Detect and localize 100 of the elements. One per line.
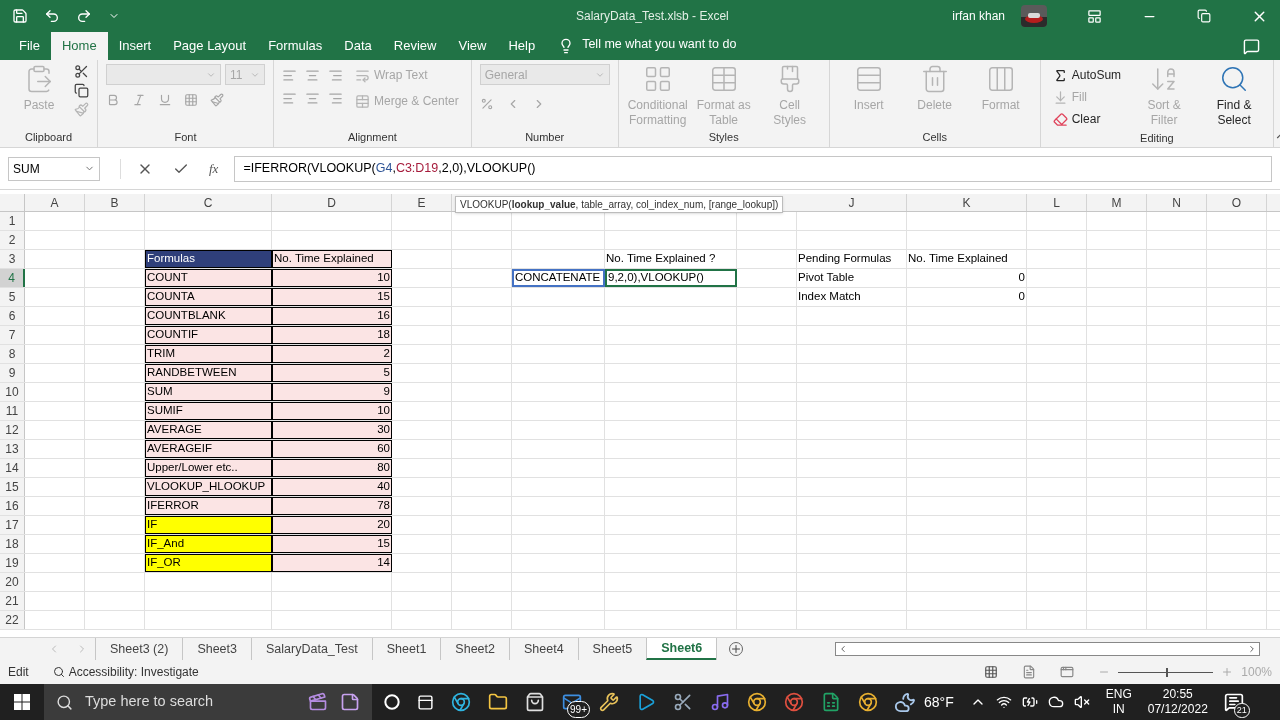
row-header[interactable]: 8 xyxy=(0,345,25,363)
row-header[interactable]: 2 xyxy=(0,231,25,249)
row-header[interactable]: 21 xyxy=(0,592,25,610)
undo-icon[interactable] xyxy=(44,8,60,24)
row-header[interactable]: 18 xyxy=(0,535,25,553)
column-header[interactable]: B xyxy=(85,194,145,211)
ribbon-button[interactable]: Clear xyxy=(1048,108,1126,130)
ribbon-tab[interactable]: View xyxy=(447,32,498,60)
row-header[interactable]: 14 xyxy=(0,459,25,477)
note-icon[interactable] xyxy=(340,692,360,712)
row-header[interactable]: 6 xyxy=(0,307,25,325)
column-header[interactable]: K xyxy=(907,194,1027,211)
notification-count: 21 xyxy=(1233,702,1250,718)
table-cell: 14 xyxy=(272,554,392,572)
chrome-icon[interactable] xyxy=(747,692,767,712)
region[interactable]: IN xyxy=(1112,702,1125,717)
column-header[interactable]: M xyxy=(1087,194,1147,211)
ribbon-tab[interactable]: Home xyxy=(50,32,108,60)
row-header[interactable]: 1 xyxy=(0,212,25,230)
row-header[interactable]: 17 xyxy=(0,516,25,534)
ribbon-button[interactable]: Find & Select xyxy=(1203,64,1266,130)
store-icon[interactable] xyxy=(525,692,545,712)
row-header[interactable]: 19 xyxy=(0,554,25,572)
row-header[interactable]: 22 xyxy=(0,611,25,629)
scissors-icon[interactable] xyxy=(673,692,693,712)
column-header[interactable]: N xyxy=(1147,194,1207,211)
column-header[interactable]: L xyxy=(1027,194,1087,211)
column-header[interactable]: O xyxy=(1207,194,1267,211)
row-header[interactable]: 13 xyxy=(0,440,25,458)
page-layout-icon[interactable] xyxy=(1022,665,1037,679)
restore-icon[interactable] xyxy=(1197,9,1211,23)
scroll-right-icon[interactable] xyxy=(1247,644,1257,654)
name-box[interactable]: SUM xyxy=(8,156,100,181)
table-cell: COUNTBLANK xyxy=(145,307,272,325)
ribbon-icon xyxy=(355,67,370,83)
column-header[interactable]: E xyxy=(392,194,452,211)
video-icon[interactable] xyxy=(636,692,656,712)
page-break-icon[interactable] xyxy=(1060,665,1075,679)
ribbon-tab[interactable]: Insert xyxy=(107,32,163,60)
battery-icon[interactable] xyxy=(1021,694,1038,710)
ribbon-tab[interactable]: Formulas xyxy=(257,32,334,60)
cut-icon[interactable] xyxy=(74,64,89,79)
normal-view-icon[interactable] xyxy=(984,665,999,679)
music-icon[interactable] xyxy=(710,692,730,712)
fill-color-icon[interactable] xyxy=(210,93,224,107)
ribbon-tab[interactable]: Data xyxy=(333,32,383,60)
excel-icon[interactable] xyxy=(821,692,841,712)
cell-editor[interactable]: 9,2,0),VLOOKUP() xyxy=(605,269,737,287)
tools-icon[interactable] xyxy=(599,692,619,712)
clock-time[interactable]: 20:55 xyxy=(1162,687,1193,702)
table-cell: COUNT xyxy=(145,269,272,287)
volume-muted-icon[interactable] xyxy=(1073,694,1090,710)
comments-icon[interactable] xyxy=(1243,38,1260,55)
column-header[interactable]: A xyxy=(25,194,85,211)
chrome-icon[interactable] xyxy=(858,692,878,712)
row-header[interactable]: 10 xyxy=(0,383,25,401)
ribbon-button[interactable]: AutoSum xyxy=(1048,64,1126,86)
temperature[interactable]: 68°F xyxy=(924,691,954,713)
horizontal-scrollbar[interactable] xyxy=(835,642,1260,656)
ribbon-tab[interactable]: File xyxy=(8,32,51,60)
taskbar-search-field[interactable]: Type here to search xyxy=(44,684,372,720)
row-header[interactable]: 9 xyxy=(0,364,25,382)
table-cell: 40 xyxy=(272,478,392,496)
sheet-tab[interactable]: Sheet6 xyxy=(646,638,717,660)
row-header[interactable]: 12 xyxy=(0,421,25,439)
formula-field[interactable]: =IFERROR(VLOOKUP(G4,C3:D19,2,0),VLOOKUP() xyxy=(234,155,1272,182)
tell-me-field[interactable]: Tell me what you want to do xyxy=(582,35,737,54)
ribbon-display-icon[interactable] xyxy=(1087,8,1102,24)
row-header[interactable]: 11 xyxy=(0,402,25,420)
row-header[interactable]: 7 xyxy=(0,326,25,344)
clapperboard-icon[interactable] xyxy=(308,692,328,712)
ribbon-tab[interactable]: Review xyxy=(382,32,448,60)
row-header[interactable]: 5 xyxy=(0,288,25,306)
ribbon-tab[interactable]: Page Layout xyxy=(162,32,258,60)
column-header[interactable]: D xyxy=(272,194,392,211)
folder-icon[interactable] xyxy=(488,692,508,712)
accessibility-status[interactable]: Accessibility: Investigate xyxy=(52,663,199,681)
task-view-icon[interactable] xyxy=(417,693,434,711)
column-header[interactable]: C xyxy=(145,194,272,211)
row-header[interactable]: 16 xyxy=(0,497,25,515)
row-header[interactable]: 20 xyxy=(0,573,25,591)
copy-icon[interactable] xyxy=(74,83,89,98)
ribbon-tab[interactable]: Help xyxy=(497,32,547,60)
clock-date[interactable]: 07/12/2022 xyxy=(1147,702,1208,717)
column-header[interactable]: J xyxy=(797,194,907,211)
chrome-icon[interactable] xyxy=(784,692,804,712)
zoom-thumb[interactable] xyxy=(1165,667,1168,677)
row-header[interactable]: 3 xyxy=(0,250,25,268)
windows-icon[interactable] xyxy=(14,694,30,710)
row-header[interactable]: 4 xyxy=(0,269,25,287)
cortana-icon[interactable] xyxy=(384,694,400,710)
redo-icon[interactable] xyxy=(76,8,92,24)
insert-function-button[interactable]: fx xyxy=(209,158,219,179)
weather-icon[interactable] xyxy=(894,691,916,713)
save-icon[interactable] xyxy=(12,8,28,24)
ribbon-icon xyxy=(1052,111,1068,127)
cloud-icon[interactable] xyxy=(1047,694,1064,710)
language[interactable]: ENG xyxy=(1105,687,1132,702)
row-header[interactable]: 15 xyxy=(0,478,25,496)
network-icon[interactable] xyxy=(995,694,1012,710)
